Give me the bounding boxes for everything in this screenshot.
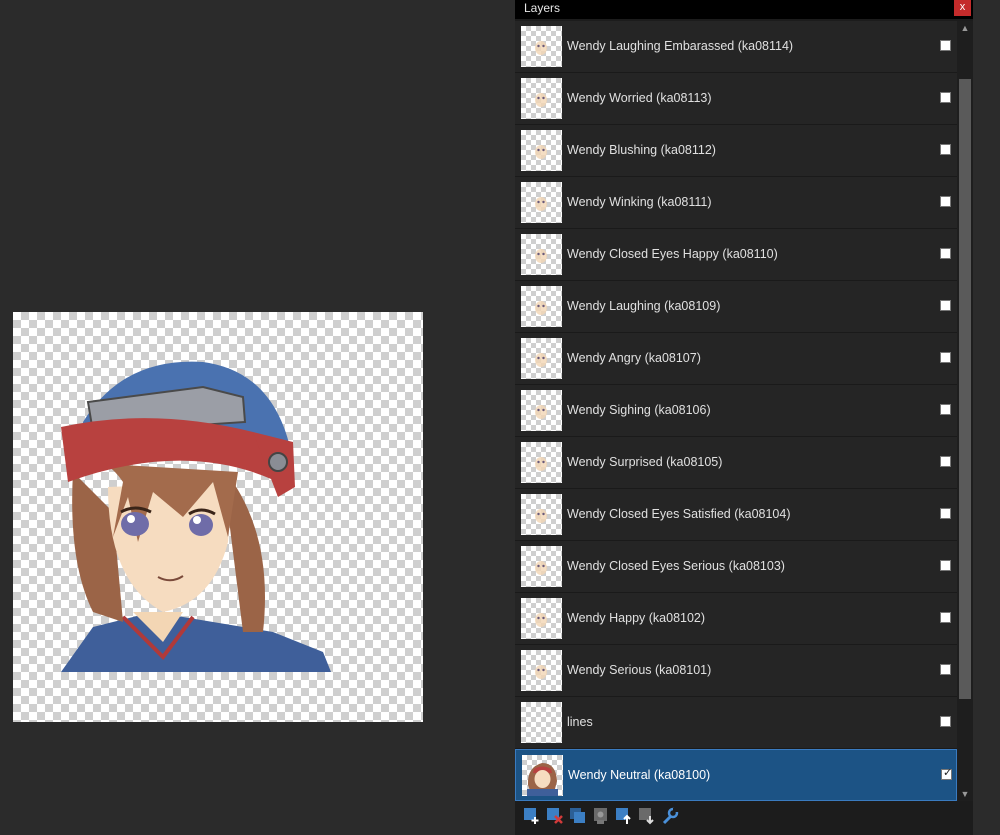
layer-label: Wendy Closed Eyes Happy (ka08110)	[567, 247, 778, 261]
duplicate-layer-icon	[570, 808, 585, 823]
layer-thumbnail	[521, 546, 562, 587]
layer-label: Wendy Surprised (ka08105)	[567, 455, 723, 469]
layer-visibility-checkbox[interactable]	[940, 664, 951, 675]
layer-label: lines	[567, 715, 593, 729]
layer-label: Wendy Closed Eyes Serious (ka08103)	[567, 559, 785, 573]
layer-visibility-checkbox[interactable]	[940, 404, 951, 415]
layer-row[interactable]: Wendy Closed Eyes Happy (ka08110)	[515, 229, 957, 281]
layer-thumbnail	[521, 234, 562, 275]
layer-thumbnail	[521, 182, 562, 223]
layer-properties-button[interactable]	[661, 807, 679, 825]
layer-thumbnail	[521, 286, 562, 327]
layer-visibility-checkbox[interactable]	[940, 456, 951, 467]
layer-row[interactable]: Wendy Closed Eyes Satisfied (ka08104)	[515, 489, 957, 541]
add-layer-button[interactable]	[523, 807, 541, 825]
layer-row[interactable]: Wendy Blushing (ka08112)	[515, 125, 957, 177]
layer-row[interactable]: Wendy Winking (ka08111)	[515, 177, 957, 229]
move-layer-up-button[interactable]	[615, 807, 633, 825]
move-layer-down-button[interactable]	[638, 807, 656, 825]
delete-layer-icon	[547, 808, 563, 824]
layer-thumbnail	[521, 598, 562, 639]
layer-row[interactable]: Wendy Angry (ka08107)	[515, 333, 957, 385]
layer-row[interactable]: Wendy Sighing (ka08106)	[515, 385, 957, 437]
layer-thumbnail	[521, 78, 562, 119]
scroll-down-icon[interactable]: ▼	[957, 787, 973, 801]
layers-list: Wendy Laughing Embarassed (ka08114) Wendy…	[515, 21, 957, 801]
layer-visibility-checkbox[interactable]	[940, 612, 951, 623]
layer-properties-icon	[662, 807, 679, 825]
layer-label: Wendy Blushing (ka08112)	[567, 143, 716, 157]
layer-visibility-checkbox[interactable]	[940, 196, 951, 207]
duplicate-layer-button[interactable]	[569, 807, 587, 825]
layers-scrollbar[interactable]: ▲ ▼	[957, 21, 973, 801]
layer-thumbnail	[522, 755, 563, 796]
layer-row[interactable]: Wendy Closed Eyes Serious (ka08103)	[515, 541, 957, 593]
panel-title: Layers	[524, 1, 561, 15]
layer-visibility-checkbox[interactable]	[940, 508, 951, 519]
layer-label: Wendy Angry (ka08107)	[567, 351, 701, 365]
layer-row[interactable]: Wendy Happy (ka08102)	[515, 593, 957, 645]
layer-label: Wendy Worried (ka08113)	[567, 91, 712, 105]
layer-row[interactable]: Wendy Laughing Embarassed (ka08114)	[515, 21, 957, 73]
layer-label: Wendy Neutral (ka08100)	[568, 768, 711, 782]
layers-titlebar[interactable]: Layers x	[515, 0, 973, 19]
layer-row[interactable]: Wendy Worried (ka08113)	[515, 73, 957, 125]
layer-visibility-checkbox[interactable]	[940, 300, 951, 311]
image-canvas[interactable]	[13, 312, 423, 722]
layer-thumbnail	[521, 494, 562, 535]
layers-toolbar	[515, 803, 973, 835]
layer-label: Wendy Sighing (ka08106)	[567, 403, 711, 417]
checkmark-icon: ✓	[943, 767, 953, 779]
layer-visibility-checkbox[interactable]: ✓	[941, 767, 953, 780]
close-button[interactable]: x	[954, 0, 971, 16]
layer-label: Wendy Laughing Embarassed (ka08114)	[567, 39, 794, 53]
layer-visibility-checkbox[interactable]	[940, 92, 951, 103]
layer-label: Wendy Laughing (ka08109)	[567, 299, 721, 313]
layer-visibility-checkbox[interactable]	[940, 144, 951, 155]
layer-visibility-checkbox[interactable]	[940, 716, 951, 727]
character-portrait	[61, 361, 331, 672]
move-layer-down-icon	[639, 808, 654, 825]
layer-visibility-checkbox[interactable]	[940, 248, 951, 259]
layer-thumbnail	[521, 130, 562, 171]
layer-thumbnail	[521, 650, 562, 691]
layer-row[interactable]: lines	[515, 697, 957, 749]
move-layer-up-icon	[616, 808, 631, 824]
layer-visibility-checkbox[interactable]	[940, 560, 951, 571]
scroll-up-icon[interactable]: ▲	[957, 21, 973, 35]
layer-label: Wendy Closed Eyes Satisfied (ka08104)	[567, 507, 791, 521]
layer-visibility-checkbox[interactable]	[940, 40, 951, 51]
layer-thumbnail	[521, 390, 562, 431]
merge-layer-icon	[594, 808, 607, 824]
layer-row[interactable]: Wendy Laughing (ka08109)	[515, 281, 957, 333]
scroll-thumb[interactable]	[959, 79, 971, 699]
layer-thumbnail	[521, 26, 562, 67]
layer-row[interactable]: Wendy Neutral (ka08100) ✓	[515, 749, 957, 801]
layer-row[interactable]: Wendy Serious (ka08101)	[515, 645, 957, 697]
layer-thumbnail	[521, 442, 562, 483]
layer-label: Wendy Serious (ka08101)	[567, 663, 712, 677]
layer-label: Wendy Winking (ka08111)	[567, 195, 712, 209]
layer-row[interactable]: Wendy Surprised (ka08105)	[515, 437, 957, 489]
layer-visibility-checkbox[interactable]	[940, 352, 951, 363]
layer-label: Wendy Happy (ka08102)	[567, 611, 706, 625]
merge-layer-button[interactable]	[592, 807, 610, 825]
delete-layer-button[interactable]	[546, 807, 564, 825]
add-layer-icon	[524, 808, 539, 824]
layer-thumbnail	[521, 338, 562, 379]
layers-panel: Layers x Wendy Laughing Embarassed (ka08…	[515, 0, 973, 835]
layer-thumbnail	[521, 702, 562, 743]
